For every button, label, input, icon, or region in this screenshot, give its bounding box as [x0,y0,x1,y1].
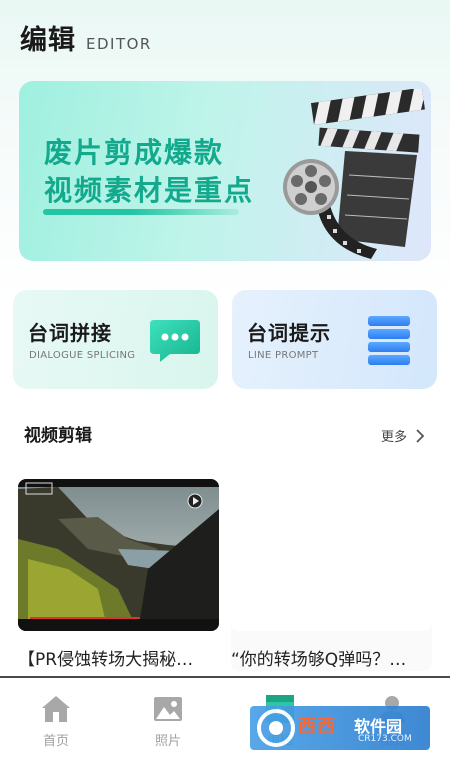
tab-photos[interactable]: 照片 [128,678,208,760]
site-watermark: 西西 软件园 CR173.COM [250,706,430,750]
dialogue-splicing-card[interactable]: 台词拼接 DIALOGUE SPLICING [13,290,218,389]
image-icon [154,697,182,721]
chevron-right-icon [416,428,425,443]
watermark-url: CR173.COM [358,734,412,744]
banner-subheadline: 视频素材是重点 [44,174,255,207]
card-subtitle: DIALOGUE SPLICING [29,350,136,361]
card-title: 台词提示 [247,321,331,345]
banner-accent-bar [43,209,239,215]
chat-bubble-icon [150,320,200,362]
banner-headline: 废片剪成爆款 [44,136,225,169]
card-subtitle: LINE PROMPT [248,350,319,361]
video-thumbnail [231,479,432,631]
clapperboard-icon [283,89,425,259]
tab-label: 首页 [42,734,69,749]
watermark-text: 西西 [298,716,336,737]
video-caption: 【PR侵蚀转场大揭秘… [18,650,194,670]
video-card[interactable]: 【PR侵蚀转场大揭秘… [18,479,219,671]
mountain-landscape-image [18,479,219,631]
card-title: 台词拼接 [28,321,112,345]
home-icon [42,696,70,722]
tab-home[interactable]: 首页 [16,678,96,760]
video-caption: “你的转场够Q弹吗？… [231,650,407,670]
video-thumbnail [18,479,219,631]
more-link[interactable]: 更多 [381,426,425,445]
video-card[interactable]: “你的转场够Q弹吗？… [231,479,432,671]
watermark-logo-icon [257,709,295,747]
promo-banner[interactable]: 废片剪成爆款 视频素材是重点 [19,81,431,261]
more-label: 更多 [381,430,408,445]
page-subtitle: EDITOR [86,35,152,53]
tab-label: 照片 [154,734,181,749]
stacked-list-icon [368,316,410,365]
section-title: 视频剪辑 [24,426,92,446]
page-header: 编辑 EDITOR [20,18,152,57]
line-prompt-card[interactable]: 台词提示 LINE PROMPT [232,290,437,389]
page-title: 编辑 [20,25,76,56]
